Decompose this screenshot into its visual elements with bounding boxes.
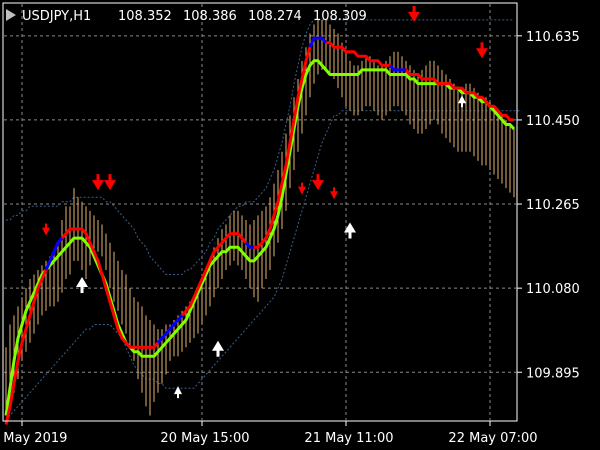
- x-tick-label: 17 May 2019: [0, 431, 67, 446]
- chart-window: 110.635 110.450 110.265 110.080 109.895 17 M…: [0, 0, 600, 450]
- symbol-title: USDJPY,H1: [22, 9, 91, 24]
- ohlc-high: 108.386: [183, 9, 237, 24]
- y-tick-label: 110.080: [526, 282, 580, 297]
- x-tick-label: 20 May 15:00: [160, 431, 249, 446]
- y-tick-label: 109.895: [526, 366, 580, 381]
- chart-header: USDJPY,H1 108.352 108.386 108.274 108.30…: [6, 9, 367, 24]
- y-tick-label: 110.635: [526, 30, 580, 45]
- y-tick-label: 110.450: [526, 114, 580, 129]
- y-tick-label: 110.265: [526, 198, 580, 213]
- price-chart[interactable]: 110.635 110.450 110.265 110.080 109.895 17 M…: [0, 0, 600, 450]
- ohlc-low: 108.274: [248, 9, 302, 24]
- x-tick-label: 21 May 11:00: [304, 431, 393, 446]
- x-tick-label: 22 May 07:00: [448, 431, 537, 446]
- ohlc-open: 108.352: [118, 9, 172, 24]
- ohlc-close: 108.309: [313, 9, 367, 24]
